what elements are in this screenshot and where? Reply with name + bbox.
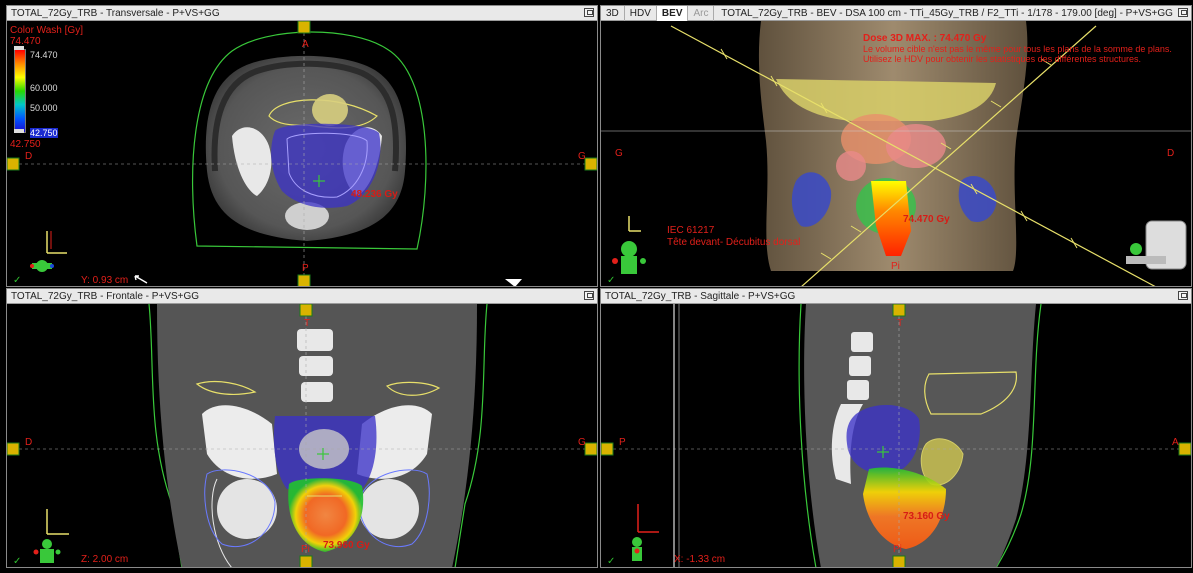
coordinate-readout: X: -1.33 cm [674,554,726,565]
bev-title: TOTAL_72Gy_TRB - BEV - DSA 100 cm - TTi_… [721,8,1173,19]
gantry-icon [1126,220,1187,270]
orient-left: D [25,437,33,448]
frontal-image[interactable] [7,304,597,568]
orient-right: G [578,437,586,448]
patient-orientation-icon [632,537,642,561]
plan-sum-warning: Le volume cible n'est pas le même pour t… [863,44,1172,54]
orient-left: G [615,148,623,159]
legend-top-slider-icon[interactable] [14,46,24,50]
transverse-pane[interactable]: TOTAL_72Gy_TRB - Transversale - P+VS+GG [6,5,598,287]
bev-titlebar[interactable]: 3D HDV BEV Arc TOTAL_72Gy_TRB - BEV - DSA 1… [601,6,1191,21]
patient-position-label: Tête devant- Décubitus dorsal [667,237,801,248]
dose-point-label: 73.160 Gy [903,511,950,522]
orient-top: A [302,39,309,50]
orient-bottom: P [302,263,309,274]
hdv-hint: Utilisez le HDV pour obtenir les statist… [863,54,1141,64]
sagittal-view[interactable]: T Pi P A 73.160 Gy X: -1.33 cm ✓ [601,304,1191,567]
color-wash-legend: Color Wash [Gy] 74.470 74.470 60.000 50.… [10,25,83,155]
transverse-titlebar[interactable]: TOTAL_72Gy_TRB - Transversale - P+VS+GG [7,6,597,21]
legend-mid2: 50.000 [30,103,58,113]
tab-bev[interactable]: BEV [656,6,689,21]
orient-right: D [1167,148,1175,159]
check-icon: ✓ [607,275,616,286]
iec-label: IEC 61217 [667,225,715,236]
patient-orientation-icon [30,260,54,272]
orient-left: D [25,151,33,162]
check-icon: ✓ [13,275,22,286]
check-icon: ✓ [13,556,22,567]
spine [297,329,333,402]
orient-right: A [1172,437,1179,448]
frontal-view[interactable]: T Pi D G 73.960 Gy Z: 2.00 cm ✓ [7,304,597,567]
sagittal-pane[interactable]: TOTAL_72Gy_TRB - Sagittale - P+VS+GG T P… [600,288,1192,568]
sagittal-title: TOTAL_72Gy_TRB - Sagittale - P+VS+GG [605,291,796,302]
orient-bottom: Pi [891,261,900,272]
orient-bottom: Pi [893,544,902,555]
tab-3d[interactable]: 3D [601,6,625,21]
transverse-view[interactable]: Color Wash [Gy] 74.470 74.470 60.000 50.… [7,21,597,286]
dose-max-warning: Dose 3D MAX. : 74.470 Gy [863,33,987,44]
legend-bottom-slider-icon[interactable] [14,129,24,133]
maximize-icon[interactable] [1178,8,1188,17]
check-icon: ✓ [607,556,616,567]
legend-low-value: 42.750 [30,128,58,138]
frontal-title: TOTAL_72Gy_TRB - Frontale - P+VS+GG [11,291,200,302]
legend-min: 42.750 [10,139,41,150]
sagittal-image[interactable] [601,304,1191,568]
tab-hdv[interactable]: HDV [625,6,657,21]
coordinate-readout: Y: 0.93 cm [81,275,129,286]
sagittal-titlebar[interactable]: TOTAL_72Gy_TRB - Sagittale - P+VS+GG [601,289,1191,304]
dose-point-label: 48.236 Gy [351,189,398,200]
orient-top: T [897,318,904,329]
dose-point-label: 74.470 Gy [903,214,950,225]
maximize-icon[interactable] [584,291,594,300]
patient-orientation-icon [33,539,61,563]
patient-orientation-icon [612,241,646,274]
transverse-image[interactable] [7,21,597,287]
dose-point-label: 73.960 Gy [323,540,370,551]
bev-view[interactable]: Dose 3D MAX. : 74.470 Gy Le volume cible… [601,21,1191,286]
coordinate-readout: Z: 2.00 cm [81,554,129,565]
bev-pane[interactable]: 3D HDV BEV Arc TOTAL_72Gy_TRB - BEV - DSA 1… [600,5,1192,287]
legend-title: Color Wash [Gy] [10,25,83,36]
transverse-title: TOTAL_72Gy_TRB - Transversale - P+VS+GG [11,8,220,19]
frontal-pane[interactable]: TOTAL_72Gy_TRB - Frontale - P+VS+GG T Pi… [6,288,598,568]
legend-color-bar [14,49,26,133]
legend-mid1: 60.000 [30,83,58,93]
maximize-icon[interactable] [1178,291,1188,300]
orient-left: P [619,437,626,448]
orient-top: T [304,318,311,329]
cursor-arrow-icon [134,275,148,284]
orient-right: G [578,151,586,162]
orient-bottom: Pi [301,544,310,555]
corner-arrow-icon [505,279,522,286]
frontal-titlebar[interactable]: TOTAL_72Gy_TRB - Frontale - P+VS+GG [7,289,597,304]
legend-top-value: 74.470 [30,50,58,60]
maximize-icon[interactable] [584,8,594,17]
tab-arc[interactable]: Arc [688,6,715,21]
